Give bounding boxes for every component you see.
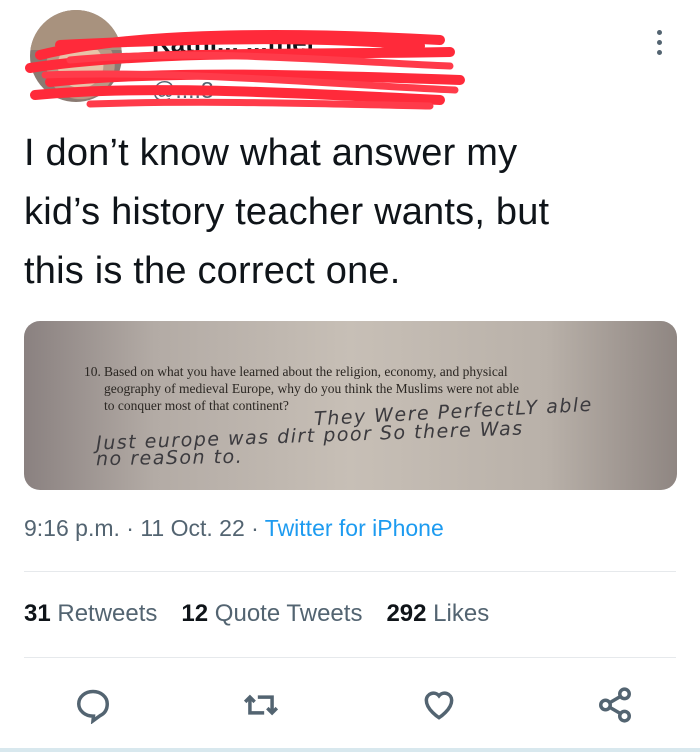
quotes-count: 12 bbox=[181, 600, 209, 627]
question-line: geography of medieval Europe, why do you… bbox=[104, 381, 520, 396]
quote-tweets-stat[interactable]: 12 Quote Tweets bbox=[181, 600, 362, 628]
handwritten-answer-line: no reaSon to. bbox=[95, 445, 244, 471]
redaction-scribble: Kathl... ...ther @....3 bbox=[25, 28, 465, 110]
retweets-count: 31 bbox=[24, 600, 51, 627]
reply-icon[interactable] bbox=[74, 686, 112, 725]
retweets-stat[interactable]: 31 Retweets bbox=[24, 600, 157, 628]
tweet-source-link[interactable]: Twitter for iPhone bbox=[265, 515, 444, 541]
divider bbox=[24, 571, 676, 572]
tweet-stats: 31 Retweets 12 Quote Tweets 292 Likes bbox=[24, 600, 489, 628]
divider bbox=[24, 657, 676, 658]
retweet-icon[interactable] bbox=[242, 686, 280, 724]
tweet-text: I don’t know what answer my kid’s histor… bbox=[24, 132, 550, 292]
tweet-meta: 9:16 p.m. · 11 Oct. 22 · Twitter for iPh… bbox=[24, 515, 444, 542]
share-icon[interactable] bbox=[596, 686, 634, 724]
meta-separator: · bbox=[119, 515, 141, 541]
likes-stat[interactable]: 292 Likes bbox=[386, 600, 489, 628]
quotes-label: Quote Tweets bbox=[214, 600, 363, 627]
more-options-icon[interactable] bbox=[652, 30, 666, 62]
question-line: Based on what you have learned about the… bbox=[104, 364, 508, 379]
bottom-border bbox=[0, 748, 700, 752]
question-number: 10. bbox=[84, 364, 101, 379]
retweets-label: Retweets bbox=[57, 600, 158, 627]
tweet-photo[interactable]: 10. Based on what you have learned about… bbox=[24, 321, 677, 490]
likes-label: Likes bbox=[433, 600, 490, 627]
tweet-time[interactable]: 9:16 p.m. bbox=[24, 515, 120, 541]
heart-icon[interactable] bbox=[420, 686, 458, 724]
likes-count: 292 bbox=[386, 600, 427, 627]
tweet-date[interactable]: 11 Oct. 22 bbox=[140, 515, 244, 541]
meta-separator: · bbox=[244, 515, 265, 541]
